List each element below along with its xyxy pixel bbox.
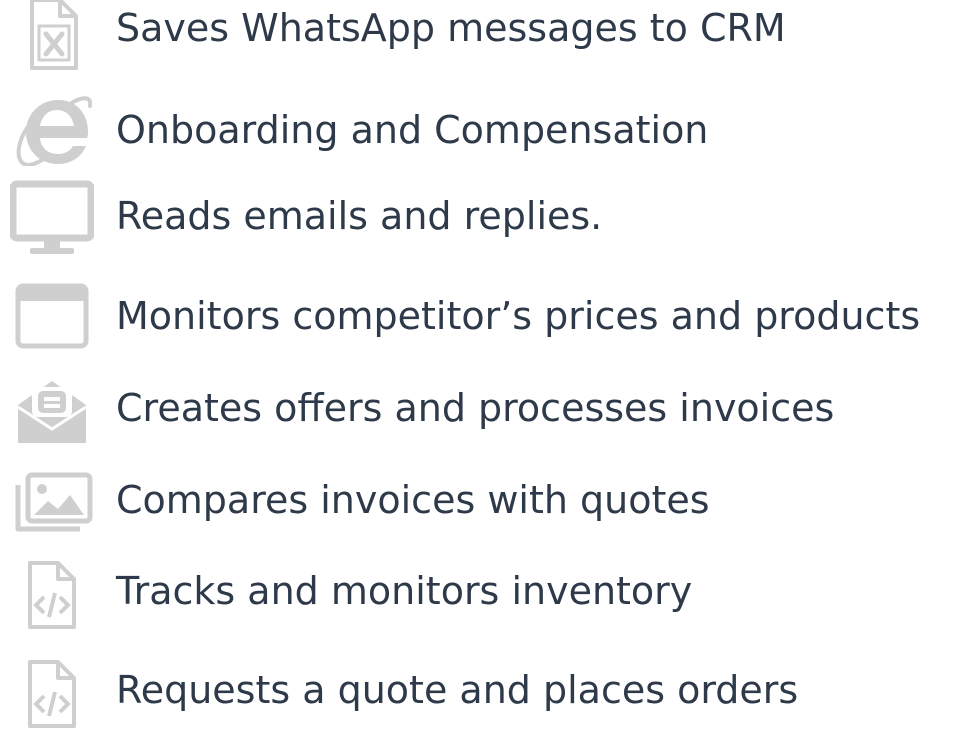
- browser-window-icon: [10, 276, 94, 356]
- list-item: Compares invoices with quotes: [0, 462, 953, 542]
- feature-list: Saves WhatsApp messages to CRM Onboardin…: [0, 0, 953, 734]
- feature-label: Saves WhatsApp messages to CRM: [116, 6, 786, 50]
- feature-label: Requests a quote and places orders: [116, 668, 799, 712]
- feature-label: Reads emails and replies.: [116, 194, 603, 238]
- list-item: Saves WhatsApp messages to CRM: [0, 0, 953, 74]
- feature-label: Onboarding and Compensation: [116, 108, 709, 152]
- image-gallery-icon: [10, 462, 94, 542]
- code-file-icon: [10, 555, 94, 635]
- list-item: Creates offers and processes invoices: [0, 370, 953, 450]
- excel-file-icon: [10, 0, 94, 74]
- internet-explorer-icon: [10, 90, 94, 170]
- feature-label: Monitors competitor’s prices and product…: [116, 294, 921, 338]
- feature-label: Creates offers and processes invoices: [116, 386, 835, 430]
- list-item: Monitors competitor’s prices and product…: [0, 276, 953, 356]
- feature-label: Tracks and monitors inventory: [116, 569, 693, 613]
- feature-label: Compares invoices with quotes: [116, 478, 710, 522]
- list-item: Tracks and monitors inventory: [0, 555, 953, 635]
- desktop-monitor-icon: [10, 178, 94, 258]
- list-item: Requests a quote and places orders: [0, 654, 953, 734]
- code-file-icon: [10, 654, 94, 734]
- open-envelope-icon: [10, 370, 94, 450]
- list-item: Reads emails and replies.: [0, 178, 953, 258]
- list-item: Onboarding and Compensation: [0, 90, 953, 170]
